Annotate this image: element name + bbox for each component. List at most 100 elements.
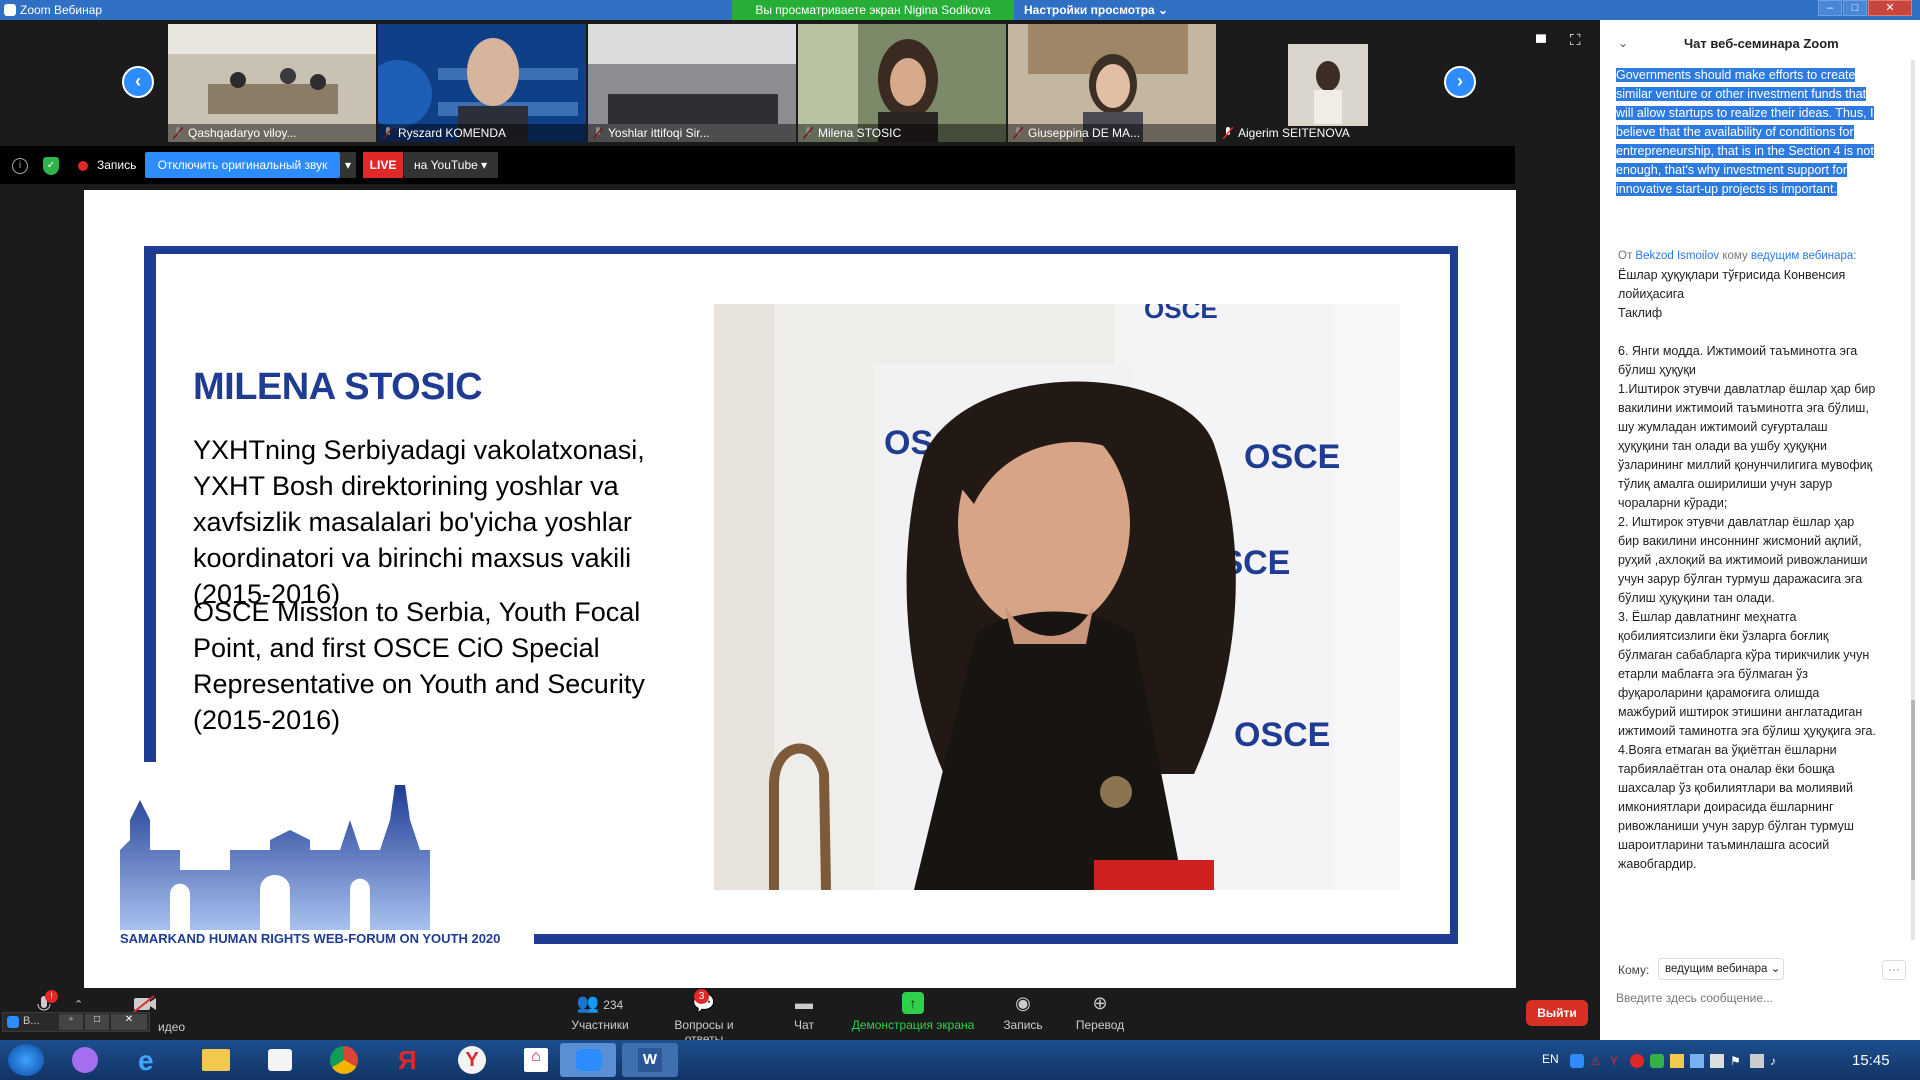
taskbar-app-zoom[interactable]	[560, 1043, 616, 1077]
chevron-down-icon: ⌄	[1158, 3, 1169, 17]
close-window-button[interactable]: ✕	[1868, 0, 1912, 16]
recording-dot-icon	[78, 161, 88, 171]
taskbar-app-chrome[interactable]	[316, 1043, 372, 1077]
speaker-photo: OSCE OSCE OSCE OSCE OSCE	[714, 304, 1400, 890]
participant-tile-5[interactable]: Aigerim SEITENOVA	[1218, 24, 1426, 142]
chat-message-selected[interactable]: Governments should make efforts to creat…	[1616, 66, 1876, 199]
yandex-tray-icon[interactable]: Y	[1610, 1054, 1624, 1068]
close-icon[interactable]: ✕	[111, 1014, 147, 1030]
video-button[interactable]	[132, 994, 158, 1014]
more-options-icon[interactable]: ···	[1882, 960, 1906, 980]
disable-original-audio-button[interactable]: Отключить оригинальный звук	[145, 152, 340, 178]
shield-check-icon[interactable]: ✓	[43, 157, 59, 175]
assistant-icon	[72, 1047, 98, 1073]
maximize-button[interactable]: □	[1843, 0, 1867, 16]
word-icon: W	[638, 1048, 662, 1072]
layout-toggle-icon[interactable]: ▀	[1536, 34, 1546, 50]
leave-button[interactable]: Выйти	[1526, 1000, 1588, 1026]
participant-tile-3[interactable]: Milena STOSIC	[798, 24, 1006, 142]
chat-button[interactable]: ▬ Чат	[784, 992, 824, 1032]
minimize-button[interactable]: –	[1818, 0, 1842, 16]
taskbar-app-pdf[interactable]: ⌂	[508, 1043, 564, 1077]
taskbar-clock[interactable]: 15:45	[1852, 1052, 1890, 1069]
samarkand-skyline-logo	[120, 785, 430, 930]
osce-banner-text: OSCE	[1234, 716, 1330, 754]
usb-tray-icon[interactable]	[1710, 1054, 1724, 1068]
osce-banner-text: OSCE	[1244, 438, 1340, 476]
taskbar-app-media[interactable]	[252, 1043, 308, 1077]
display-tray-icon[interactable]	[1750, 1054, 1764, 1068]
fullscreen-icon[interactable]: ⛶	[1570, 32, 1581, 49]
live-on-youtube-menu[interactable]: на YouTube ▾	[404, 152, 498, 178]
chat-scrollbar[interactable]	[1911, 60, 1915, 940]
speaker-bio-english: OSCE Mission to Serbia, Youth Focal Poin…	[193, 597, 645, 735]
record-label: Запись	[1003, 1018, 1043, 1032]
taskbar-app-word[interactable]: W	[622, 1043, 678, 1077]
maximize-icon[interactable]: □	[85, 1014, 109, 1030]
network-tray-icon[interactable]	[1690, 1054, 1704, 1068]
taskbar-app-yandex-browser[interactable]: Y	[444, 1043, 500, 1077]
chrome-icon	[330, 1046, 358, 1074]
strip-prev-button[interactable]: ‹	[122, 66, 154, 98]
yandex-icon: Я	[398, 1045, 417, 1075]
info-icon[interactable]: i	[12, 158, 28, 174]
participant-tile-2[interactable]: Yoshlar ittifoqi Sir...	[588, 24, 796, 142]
chat-message-body: Ёшлар ҳуқуқлари тўғрисида Конвенсия лойи…	[1618, 268, 1876, 871]
participants-button[interactable]: 👥 234 Участники	[570, 992, 630, 1032]
interpretation-button[interactable]: ⊕ Перевод	[1074, 992, 1126, 1032]
chat-label: Чат	[794, 1018, 814, 1032]
pdf-reader-icon: ⌂	[524, 1048, 548, 1072]
notes-tray-icon[interactable]	[1670, 1054, 1684, 1068]
audio-options-caret-icon[interactable]: ▾	[340, 152, 356, 178]
participant-name: Ryszard KOMENDA	[378, 124, 586, 142]
participants-count: 234	[603, 998, 624, 1012]
minimized-window-tile[interactable]: В... ▫ □ ✕	[2, 1012, 150, 1032]
speaker-photo-image: OSCE OSCE OSCE OSCE OSCE	[714, 304, 1400, 890]
chevron-down-icon[interactable]: ⌄	[1618, 36, 1628, 50]
chat-recipient-select[interactable]: ведущим вебинара ⌄	[1658, 958, 1784, 980]
from-prefix: От	[1618, 250, 1633, 262]
participant-tile-1[interactable]: Ryszard KOMENDA	[378, 24, 586, 142]
chevron-down-icon: ▾	[481, 158, 488, 172]
chat-panel-title: Чат веб-семинара Zoom	[1684, 36, 1839, 51]
keyboard-language[interactable]: EN	[1542, 1052, 1559, 1066]
start-button[interactable]	[8, 1044, 44, 1076]
strip-next-button[interactable]: ›	[1444, 66, 1476, 98]
zoom-app-icon	[576, 1049, 602, 1071]
chat-scrollbar-thumb[interactable]	[1911, 700, 1915, 880]
record-button[interactable]: ◉ Запись	[998, 992, 1048, 1032]
zoom-tray-icon[interactable]	[1570, 1054, 1584, 1068]
participant-name: Aigerim SEITENOVA	[1238, 126, 1350, 140]
flag-icon[interactable]: ⚑	[1730, 1054, 1744, 1068]
share-screen-icon: ↑	[902, 992, 924, 1014]
taskbar-app-explorer[interactable]	[188, 1043, 244, 1077]
shield-tray-icon[interactable]	[1650, 1054, 1664, 1068]
chevron-up-icon[interactable]: ⌃	[74, 998, 83, 1011]
antivirus-icon[interactable]	[1630, 1054, 1644, 1068]
volume-icon[interactable]: ♪	[1770, 1054, 1784, 1068]
share-screen-label: Демонстрация экрана	[851, 1018, 975, 1032]
warning-icon[interactable]: ⚠	[1590, 1054, 1604, 1068]
system-tray: ⚠ Y ⚑ ♪	[1570, 1054, 1840, 1070]
window-title: Zoom Вебинар	[20, 3, 103, 17]
speaker-name-heading: MILENA STOSIC	[193, 366, 483, 408]
view-settings-menu[interactable]: Настройки просмотра ⌄	[1024, 0, 1184, 21]
participant-tile-0[interactable]: Qashqadaryo viloy...	[168, 24, 376, 142]
speaker-bio-uzbek: YXHTning Serbiyadagi vakolatxonasi, YXHT…	[193, 435, 645, 609]
chevron-down-icon: ⌄	[1770, 963, 1781, 975]
taskbar-app-ie[interactable]: e	[124, 1043, 180, 1077]
sender-name[interactable]: Bekzod Ismoilov	[1635, 250, 1719, 262]
chat-message-input[interactable]	[1616, 986, 1906, 1010]
folder-icon	[202, 1049, 230, 1071]
restore-icon[interactable]: ▫	[59, 1014, 83, 1030]
participants-icon: 👥 234	[576, 993, 624, 1013]
to-word: кому	[1722, 250, 1748, 262]
record-icon: ◉	[1015, 993, 1031, 1013]
share-screen-button[interactable]: ↑ Демонстрация экрана	[848, 992, 978, 1032]
taskbar-app-yandex[interactable]: Я	[380, 1043, 436, 1077]
participant-tile-4[interactable]: Giuseppina DE MA...	[1008, 24, 1216, 142]
taskbar-app-assistant[interactable]	[58, 1043, 114, 1077]
participants-video-strip: ‹ Qashqadaryo viloy... Ryszard KOMENDA Y…	[0, 20, 1600, 144]
qa-count-badge: 3	[694, 989, 709, 1004]
view-settings-label: Настройки просмотра	[1024, 3, 1155, 17]
